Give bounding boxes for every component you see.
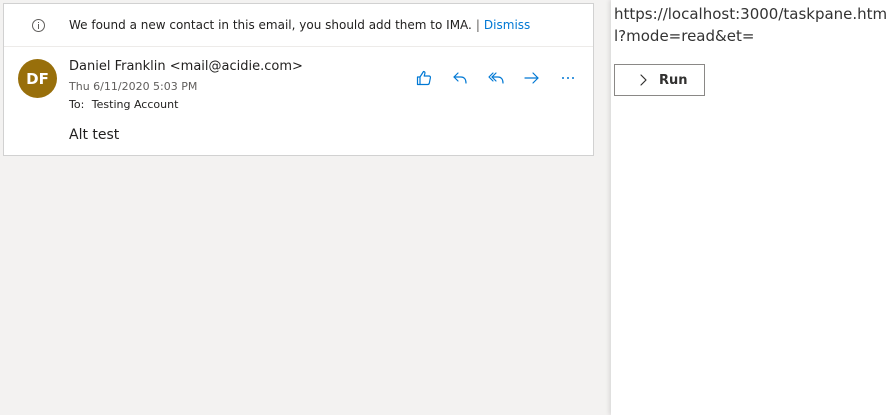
email-body: Alt test [69, 127, 120, 143]
to-recipient[interactable]: Testing Account [92, 98, 179, 111]
info-message: We found a new contact in this email, yo… [69, 18, 472, 32]
info-bar: We found a new contact in this email, yo… [4, 4, 593, 47]
more-icon [561, 76, 574, 79]
reply-icon [452, 71, 467, 84]
dismiss-link[interactable]: Dismiss [484, 18, 530, 32]
avatar-initials: DF [26, 69, 49, 88]
like-icon [416, 70, 431, 85]
message-actions [412, 66, 579, 89]
forward-button[interactable] [520, 66, 543, 89]
reading-pane: We found a new contact in this email, yo… [0, 0, 611, 415]
run-button-label: Run [659, 72, 688, 88]
more-actions-button[interactable] [556, 66, 579, 89]
email-date: Thu 6/11/2020 5:03 PM [69, 80, 198, 93]
chevron-right-icon [640, 74, 647, 86]
sender-name[interactable]: Daniel Franklin <mail@acidie.com> [69, 59, 303, 74]
reply-all-icon [487, 71, 504, 84]
forward-icon [523, 71, 539, 84]
message-card: We found a new contact in this email, yo… [3, 3, 594, 156]
info-separator: | [475, 18, 480, 32]
like-button[interactable] [412, 66, 435, 89]
taskpane-url: https://localhost:3000/taskpane.html?mod… [614, 5, 888, 45]
info-icon [32, 18, 45, 32]
to-label: To: [69, 98, 85, 111]
to-line: To: Testing Account [69, 98, 178, 111]
reply-all-button[interactable] [484, 66, 507, 89]
run-button[interactable]: Run [614, 64, 705, 96]
task-pane: https://localhost:3000/taskpane.html?mod… [611, 0, 893, 415]
avatar[interactable]: DF [18, 59, 57, 98]
reply-button[interactable] [448, 66, 471, 89]
